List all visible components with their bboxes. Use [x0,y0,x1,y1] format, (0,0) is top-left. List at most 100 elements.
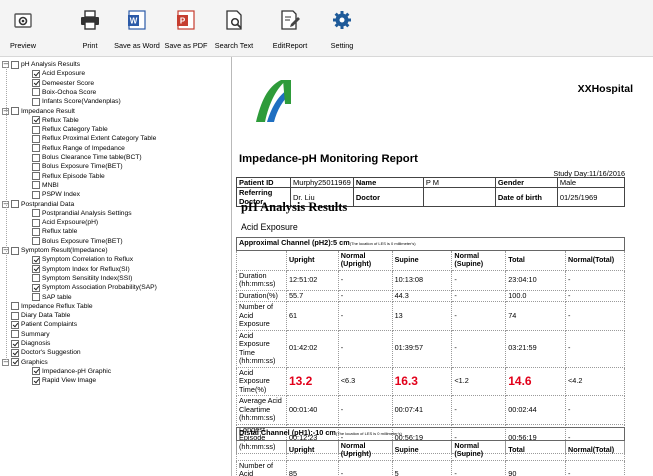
tree-item[interactable]: Bolus Exposure Time(BET) [32,162,123,171]
tree-item[interactable]: Bolus Exposure Time(BET) [32,237,123,246]
tree-checkbox[interactable] [32,153,40,162]
tree-checkbox[interactable] [32,190,40,199]
tree-item[interactable]: Boix-Ochoa Score [32,88,96,97]
tree-checkbox[interactable] [32,293,40,301]
tree-checkbox[interactable] [32,172,40,181]
tree-item-label: Postprandial Analysis Settings [42,209,132,217]
tree-checkbox[interactable] [32,274,40,283]
word-icon: W [125,8,149,32]
tree-item[interactable]: Acid Expsoure(pH) [32,218,98,227]
tree-checkbox[interactable] [32,255,40,264]
tree-item[interactable]: Reflux Category Table [32,125,108,134]
tree-item[interactable]: Infants Score(Vandenplas) [32,97,121,106]
tree-checkbox[interactable] [32,367,40,376]
tree-checkbox[interactable] [11,311,19,320]
tree-item[interactable]: − pH Analysis Results [2,60,80,69]
tree-item[interactable]: Acid Exposure [32,69,85,78]
edit-report-button[interactable]: EditReport [269,8,311,50]
tree-item-label: Bolus Clearance Time table(BCT) [42,154,142,161]
table-cell: 00:01:40 [285,395,339,425]
save-as-pdf-button[interactable]: P Save as PDF [163,8,209,50]
tree-item-label: PSPW Index [42,191,80,199]
tree-item[interactable]: Reflux Table [32,116,79,125]
tree-item[interactable]: Impedance Reflux Table [2,302,93,311]
table-caption: Distal Channel (pH1):-10 cm(The location… [236,427,625,441]
tree-checkbox[interactable] [11,320,19,329]
setting-label: Setting [330,41,354,50]
tree-item[interactable]: Patient Complaints [2,320,77,329]
tree-item[interactable]: PSPW Index [32,190,80,199]
tree-item[interactable]: Symptom Sensitiity Index(SSI) [32,274,132,283]
tree-item[interactable]: Postprandial Analysis Settings [32,209,132,218]
tree-item[interactable]: Reflux Proximal Extent Category Table [32,134,156,143]
tree-item[interactable]: Impedance-pH Graphic [32,367,111,376]
tree-checkbox[interactable] [32,283,40,292]
tree-item[interactable]: Reflux Range of Impedance [32,144,125,153]
tree-item[interactable]: Doctor's Suggestion [2,348,81,357]
tree-item[interactable]: Symptom Association Probability(SAP) [32,283,157,292]
tree-item[interactable]: Symptom Correlation to Reflux [32,255,133,264]
tree-item[interactable]: − Symptom Result(Impedance) [2,246,108,255]
table-cell: 01:39:57 [391,329,453,368]
print-label: Print [82,41,98,50]
gender-value: Male [556,177,626,188]
dob-value: 01/25/1969 [556,187,626,207]
tree-checkbox[interactable] [32,125,40,134]
column-header: Normal (Supine) [451,439,507,461]
tree-checkbox[interactable] [11,107,19,115]
table-header-row: Upright Normal (Upright) Supine Normal (Sup… [236,249,625,271]
column-header: Total [505,249,567,271]
tree-checkbox[interactable] [32,88,40,97]
tree-item[interactable]: − Graphics [2,358,48,367]
setting-button[interactable]: Setting [325,8,359,50]
tree-checkbox[interactable] [32,134,40,143]
doctor-value [422,187,496,207]
save-as-word-button[interactable]: W Save as Word [112,8,162,50]
tree-checkbox[interactable] [32,209,40,218]
tree-checkbox[interactable] [32,181,40,190]
tree-checkbox[interactable] [11,330,19,339]
tree-item[interactable]: Reflux table [32,227,77,236]
tree-checkbox[interactable] [32,218,40,227]
tree-checkbox[interactable] [32,144,40,153]
table-row: Average Acid Cleartime (hh:mm:ss) 00:01:4… [236,395,625,425]
tree-item[interactable]: Summary [2,330,50,339]
tree-checkbox[interactable] [11,358,19,367]
tree-item[interactable]: MNBI [32,181,59,190]
tree-checkbox[interactable] [32,162,40,171]
tree-item[interactable]: Symptom Index for Reflux(SI) [32,265,130,274]
tree-checkbox[interactable] [32,265,40,274]
tree-item[interactable]: − Postprandial Data [2,200,74,209]
tree-checkbox[interactable] [32,237,40,246]
print-button[interactable]: Print [74,8,106,50]
preview-button[interactable]: Preview [3,8,43,50]
table-cell: 5 [391,459,453,476]
tree-connector [6,67,7,362]
search-text-button[interactable]: Search Text [212,8,256,50]
tree-item[interactable]: Diary Data Table [2,311,70,320]
hospital-logo [253,77,293,128]
tree-item[interactable]: Demeester Score [32,79,94,88]
tree-checkbox[interactable] [32,116,40,125]
tree-checkbox[interactable] [32,227,40,236]
tree-checkbox[interactable] [32,376,40,385]
tree-checkbox[interactable] [32,79,40,88]
column-header: Total [505,439,566,461]
tree-item[interactable]: Reflux Episode Table [32,172,105,181]
tree-item[interactable]: Bolus Clearance Time table(BCT) [32,153,142,162]
tree-item[interactable]: Diagnosis [2,339,50,348]
column-header [236,439,287,461]
tree-checkbox[interactable] [32,69,40,78]
tree-item[interactable]: Rapid View Image [32,376,96,385]
tree-item[interactable]: SAP table [32,293,72,302]
tree-checkbox[interactable] [11,60,19,69]
tree-item[interactable]: − Impedance Result [2,107,75,116]
tree-checkbox[interactable] [32,97,40,106]
table-cell: - [565,459,625,476]
tree-checkbox[interactable] [11,302,19,311]
tree-checkbox[interactable] [11,339,19,348]
tree-checkbox[interactable] [11,246,19,255]
tree-checkbox[interactable] [11,348,19,357]
tree-checkbox[interactable] [11,200,19,208]
tree-item-label: Diary Data Table [21,312,71,320]
